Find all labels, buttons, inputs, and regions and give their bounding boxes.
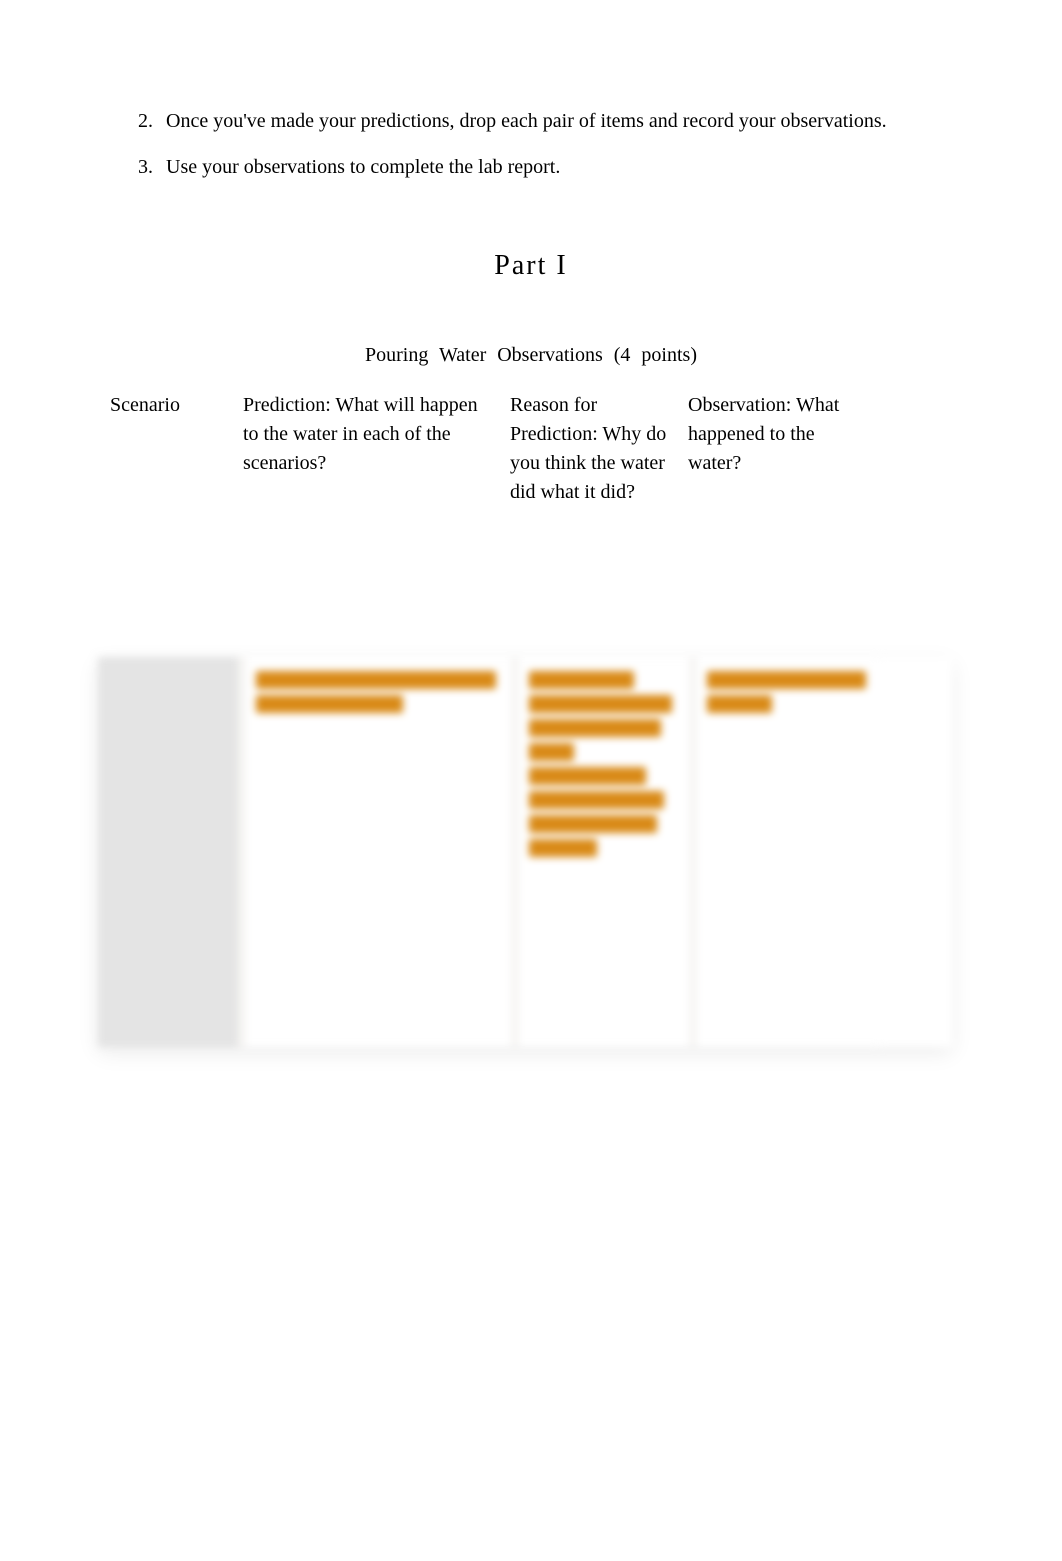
obscured-cell [511, 657, 689, 1047]
obscured-answer-row [98, 657, 952, 1047]
part-title: Part I [110, 250, 952, 282]
document-body: Once you've made your predictions, drop … [0, 0, 1062, 1047]
obscured-cell [238, 657, 511, 1047]
column-header-observation: Observation: What happened to the water? [688, 391, 878, 507]
obscured-cell [689, 657, 879, 1047]
instruction-item: Use your observations to complete the la… [158, 146, 952, 188]
table-header-row: Scenario Prediction: What will happen to… [110, 391, 952, 507]
column-header-prediction: Prediction: What will happen to the wate… [243, 391, 510, 507]
column-header-scenario: Scenario [110, 391, 243, 507]
instruction-item: Once you've made your predictions, drop … [158, 100, 952, 142]
column-header-reason: Reason for Prediction: Why do you think … [510, 391, 688, 507]
obscured-cell [98, 657, 238, 1047]
table-title: Pouring Water Observations (4 points) [110, 344, 952, 367]
instruction-list: Once you've made your predictions, drop … [110, 100, 952, 188]
